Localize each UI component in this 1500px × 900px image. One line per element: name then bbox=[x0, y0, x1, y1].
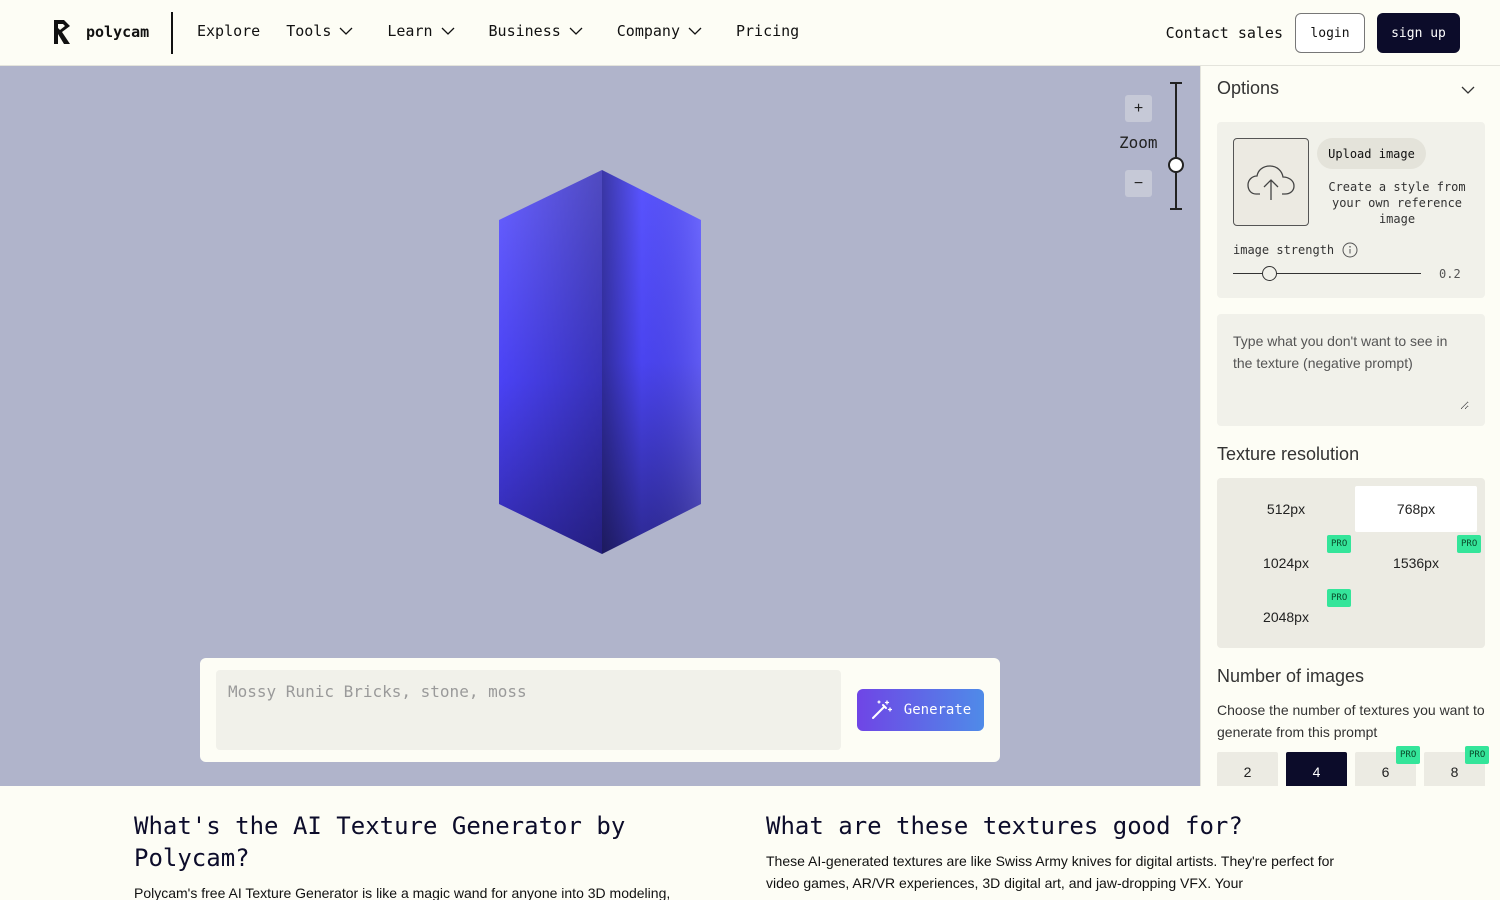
options-title: Options bbox=[1217, 78, 1280, 98]
num-images-2[interactable]: 2 bbox=[1217, 752, 1278, 786]
uses-heading: What are these textures good for? bbox=[766, 812, 1243, 840]
texture-preview-prism[interactable] bbox=[499, 170, 701, 554]
contact-sales-link[interactable]: Contact sales bbox=[1166, 24, 1283, 42]
image-strength-label: image strength bbox=[1233, 242, 1358, 258]
nav-company[interactable]: Company bbox=[617, 22, 702, 40]
prompt-panel: Generate bbox=[200, 658, 1000, 762]
3d-viewport[interactable]: + Zoom − Generate bbox=[0, 66, 1200, 786]
zoom-slider-cap-bottom bbox=[1170, 208, 1182, 210]
uses-text: These AI-generated textures are like Swi… bbox=[766, 853, 1335, 891]
about-text: Polycam's free AI Texture Generator is l… bbox=[134, 885, 671, 900]
upload-card: Upload image Create a style from your ow… bbox=[1217, 122, 1485, 298]
nav-explore[interactable]: Explore bbox=[197, 22, 260, 40]
negative-prompt-card bbox=[1217, 314, 1485, 426]
upload-dropzone[interactable] bbox=[1233, 138, 1309, 226]
negative-prompt-input[interactable] bbox=[1233, 330, 1469, 410]
image-strength-value: 0.2 bbox=[1439, 267, 1461, 281]
texture-resolution-grid: 512px 768px 1024px 1536px 2048px PRO PRO… bbox=[1217, 478, 1485, 648]
generate-button[interactable]: Generate bbox=[857, 689, 984, 731]
pro-badge: PRO bbox=[1396, 746, 1421, 764]
number-of-images-description: Choose the number of textures you want t… bbox=[1217, 702, 1485, 740]
pro-badge: PRO bbox=[1465, 746, 1490, 764]
cloud-upload-icon bbox=[1247, 165, 1295, 200]
info-section: What's the AI Texture Generator by Polyc… bbox=[0, 786, 1500, 900]
nav-pricing-label: Pricing bbox=[736, 22, 800, 40]
nav-tools[interactable]: Tools bbox=[286, 22, 353, 40]
num-images-4[interactable]: 4 bbox=[1286, 752, 1347, 786]
zoom-in-button[interactable]: + bbox=[1125, 95, 1152, 122]
nav-business[interactable]: Business bbox=[489, 22, 583, 40]
zoom-out-button[interactable]: − bbox=[1125, 170, 1152, 197]
pro-badge: PRO bbox=[1327, 535, 1352, 553]
image-strength-text: image strength bbox=[1233, 243, 1335, 257]
nav-tools-label: Tools bbox=[286, 22, 332, 40]
resolution-768[interactable]: 768px bbox=[1355, 486, 1477, 532]
info-icon[interactable] bbox=[1342, 242, 1358, 258]
zoom-slider-cap-top bbox=[1170, 82, 1182, 84]
header-divider bbox=[171, 12, 173, 54]
chevron-down-icon bbox=[569, 27, 583, 35]
login-button[interactable]: login bbox=[1295, 13, 1365, 53]
pro-badge: PRO bbox=[1327, 589, 1352, 607]
prompt-input[interactable] bbox=[216, 670, 841, 750]
zoom-label: Zoom bbox=[1119, 133, 1158, 152]
about-heading: What's the AI Texture Generator by Polyc… bbox=[134, 812, 626, 872]
zoom-slider-track[interactable] bbox=[1175, 82, 1177, 210]
top-nav-bar: polycam Explore Tools Learn Business Com… bbox=[0, 0, 1500, 66]
nav-learn-label: Learn bbox=[387, 22, 433, 40]
nav-business-label: Business bbox=[488, 22, 561, 40]
chevron-down-icon bbox=[441, 27, 454, 35]
brand-logo[interactable]: polycam bbox=[50, 18, 149, 46]
image-strength-slider-handle[interactable] bbox=[1262, 266, 1277, 281]
options-sidebar: Options Upload image Create a style from… bbox=[1200, 66, 1500, 786]
resolution-512[interactable]: 512px bbox=[1225, 486, 1347, 532]
chevron-down-icon bbox=[339, 27, 353, 35]
magic-wand-icon bbox=[871, 700, 892, 719]
nav-explore-label: Explore bbox=[197, 22, 261, 40]
texture-resolution-title: Texture resolution bbox=[1217, 444, 1360, 464]
chevron-down-icon bbox=[688, 27, 702, 35]
signup-button[interactable]: sign up bbox=[1377, 13, 1460, 53]
zoom-slider-handle[interactable] bbox=[1168, 157, 1184, 173]
nav-pricing[interactable]: Pricing bbox=[736, 22, 799, 40]
brand-name: polycam bbox=[86, 23, 150, 41]
chevron-down-icon[interactable] bbox=[1460, 82, 1476, 98]
main-nav: Explore Tools Learn Business Company Pri… bbox=[197, 22, 799, 40]
upload-image-button[interactable]: Upload image bbox=[1317, 138, 1426, 169]
nav-learn[interactable]: Learn bbox=[387, 22, 454, 40]
generate-label: Generate bbox=[903, 702, 972, 718]
polycam-logo-icon bbox=[54, 20, 70, 44]
header-actions: Contact sales login sign up bbox=[1166, 13, 1460, 53]
number-of-images-title: Number of images bbox=[1217, 666, 1365, 686]
pro-badge: PRO bbox=[1457, 535, 1482, 553]
upload-description: Create a style from your own reference i… bbox=[1328, 180, 1466, 226]
nav-company-label: Company bbox=[616, 22, 680, 40]
